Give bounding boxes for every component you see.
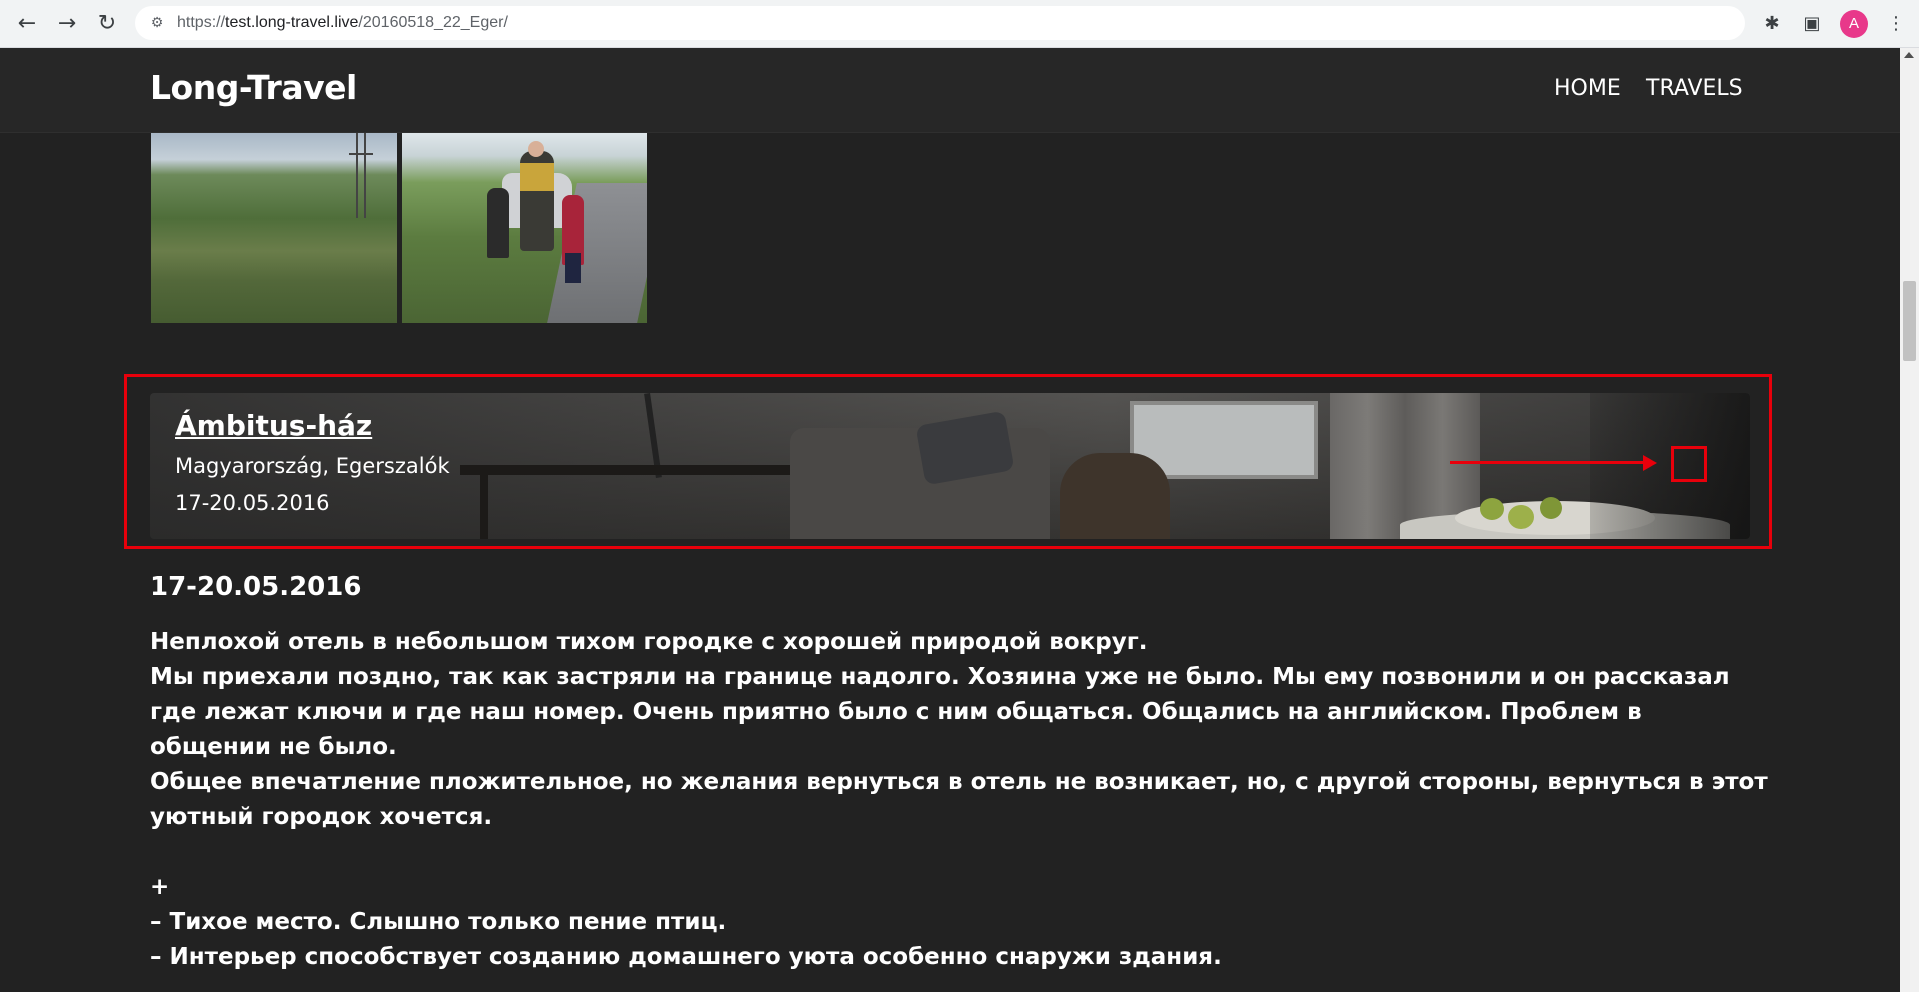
site-header: Long-Travel HOME TRAVELS bbox=[0, 48, 1900, 133]
reload-icon[interactable]: ↻ bbox=[94, 11, 120, 37]
url-text[interactable]: https://test.long-travel.live/20160518_2… bbox=[177, 6, 508, 40]
url-path: /20160518_22_Eger/ bbox=[358, 14, 508, 31]
child-shape bbox=[487, 188, 509, 258]
child-legs-shape bbox=[565, 253, 581, 283]
scroll-up-arrow-icon[interactable] bbox=[1904, 52, 1914, 58]
article-line: Неплохой отель в небольшом тихом городке… bbox=[150, 629, 1148, 655]
browser-toolbar: ← → ↻ ⚙ https://test.long-travel.live/20… bbox=[0, 0, 1919, 48]
article-line: Общее впечатление пложительное, но желан… bbox=[150, 769, 1768, 830]
annotation-arrow-head-icon bbox=[1643, 455, 1657, 471]
url-scheme: https:// bbox=[177, 14, 226, 31]
address-bar[interactable]: ⚙ https://test.long-travel.live/20160518… bbox=[135, 6, 1745, 40]
power-tower-shape bbox=[349, 153, 373, 155]
nav-home-link[interactable]: HOME bbox=[1554, 76, 1621, 101]
extensions-icon[interactable]: ✱ bbox=[1760, 12, 1784, 36]
article-spacer bbox=[150, 835, 1770, 870]
power-tower-shape bbox=[356, 133, 358, 218]
url-host: test.long-travel.live bbox=[225, 14, 359, 31]
more-menu-icon[interactable]: ⋮ bbox=[1886, 12, 1906, 36]
nav-travels-link[interactable]: TRAVELS bbox=[1646, 76, 1743, 101]
article-line: Мы приехали поздно, так как застряли на … bbox=[150, 664, 1730, 760]
scroll-thumb[interactable] bbox=[1903, 281, 1916, 361]
side-panel-icon[interactable]: ▣ bbox=[1800, 12, 1824, 36]
page-scrollbar[interactable] bbox=[1900, 48, 1919, 992]
article-line: – Интерьер способствует созданию домашне… bbox=[150, 944, 1222, 970]
article-date-heading: 17-20.05.2016 bbox=[150, 572, 362, 602]
gallery-photo-landscape[interactable] bbox=[151, 133, 397, 323]
gallery-photo-family[interactable] bbox=[402, 133, 647, 323]
annotation-arrow-line bbox=[1450, 461, 1645, 464]
article-line: – Тихое место. Слышно только пение птиц. bbox=[150, 909, 727, 935]
forward-arrow-icon[interactable]: → bbox=[54, 11, 80, 37]
person-shirt-shape bbox=[520, 163, 554, 191]
site-brand[interactable]: Long-Travel bbox=[150, 68, 357, 107]
article-line: + bbox=[150, 874, 170, 900]
profile-avatar[interactable]: A bbox=[1840, 10, 1868, 38]
back-arrow-icon[interactable]: ← bbox=[14, 11, 40, 37]
person-head-shape bbox=[528, 141, 544, 157]
site-info-icon[interactable]: ⚙ bbox=[147, 13, 167, 33]
article-body: Неплохой отель в небольшом тихом городке… bbox=[150, 625, 1770, 975]
annotation-target-box bbox=[1671, 446, 1707, 482]
power-tower-shape bbox=[364, 133, 366, 218]
